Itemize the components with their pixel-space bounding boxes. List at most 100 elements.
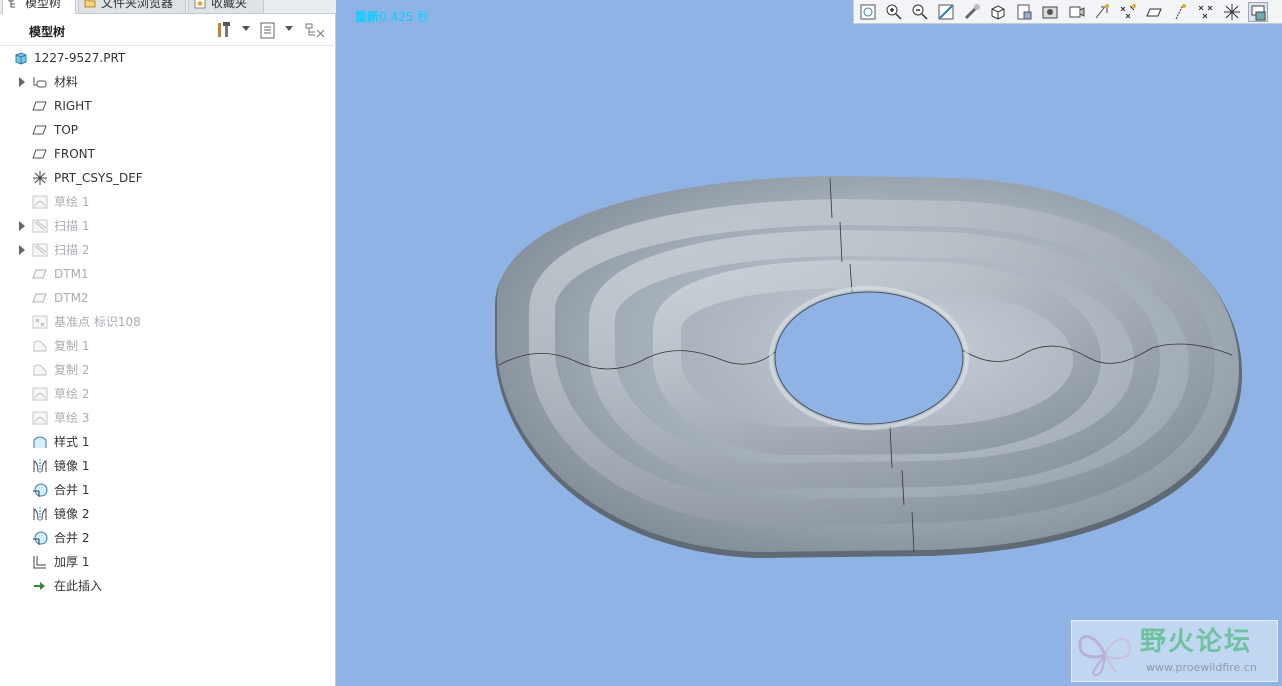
tree-item-dtm2[interactable]: DTM2: [0, 286, 330, 310]
tree-item-label: 镜像 2: [54, 507, 90, 521]
mirror-icon: [32, 506, 48, 522]
expand-arrow-icon[interactable]: [19, 221, 25, 231]
tree-item-label: 复制 1: [54, 339, 90, 353]
tree-item-label: 草绘 2: [54, 387, 90, 401]
tab-model-tree[interactable]: 模型树: [2, 0, 76, 14]
copy-icon: [32, 338, 48, 354]
datum-point-icon: [32, 314, 48, 330]
point-display-icon[interactable]: [1196, 2, 1216, 22]
insert-here-arrow-icon: [32, 578, 48, 594]
saved-views-icon[interactable]: [1014, 2, 1034, 22]
spin-center-icon[interactable]: [962, 2, 982, 22]
tree-item-top[interactable]: TOP: [0, 118, 330, 142]
datum-plane-icon: [32, 290, 48, 306]
tree-item-sketch-3[interactable]: 草绘 3: [0, 406, 330, 430]
tree-item-label: 合并 1: [54, 483, 90, 497]
tree-item-front[interactable]: FRONT: [0, 142, 330, 166]
model-tree-panel: 模型树 文件夹浏览器 收藏夹 模型树 1227-9527.PRT 材料 RIGH…: [0, 0, 336, 686]
sweep-icon: [32, 242, 48, 258]
datum-plane-icon: [32, 146, 48, 162]
tree-item-thicken-1[interactable]: 加厚 1: [0, 550, 330, 574]
tree-item-mirror-1[interactable]: 镜像 1: [0, 454, 330, 478]
tree-item-insert-here[interactable]: 在此插入: [0, 574, 330, 598]
center-hole: [774, 291, 964, 425]
tree-root-part[interactable]: 1227-9527.PRT: [0, 46, 330, 70]
model-3d-view[interactable]: [337, 0, 1282, 686]
display-dropdown-arrow-icon[interactable]: [285, 26, 293, 31]
tree-item-label: 加厚 1: [54, 555, 90, 569]
tree-filter-icon[interactable]: [304, 20, 326, 40]
tree-title: 模型树: [29, 25, 66, 39]
tree-item-copy-2[interactable]: 复制 2: [0, 358, 330, 382]
datum-plane-icon: [32, 122, 48, 138]
tab-favorites[interactable]: 收藏夹: [188, 0, 264, 14]
tools-dropdown-arrow-icon[interactable]: [242, 26, 250, 31]
tree-item-label: 复制 2: [54, 363, 90, 377]
tree-item-datum-point[interactable]: 基准点 标识108: [0, 310, 330, 334]
tree-item-style-1[interactable]: 样式 1: [0, 430, 330, 454]
tree-item-sketch-2[interactable]: 草绘 2: [0, 382, 330, 406]
datum-display-icon[interactable]: [1118, 2, 1138, 22]
tree-item-material[interactable]: 材料: [0, 70, 330, 94]
part-icon: [13, 50, 29, 66]
style-icon: [32, 434, 48, 450]
zoom-in-icon[interactable]: [884, 2, 904, 22]
tree-item-label: 在此插入: [54, 579, 103, 593]
tree-item-sweep-1[interactable]: 扫描 1: [0, 214, 330, 238]
tab-label: 模型树: [25, 0, 62, 10]
tree-item-right[interactable]: RIGHT: [0, 94, 330, 118]
refit-icon[interactable]: [858, 2, 878, 22]
annotations-icon[interactable]: [1092, 2, 1112, 22]
tree-item-label: 镜像 1: [54, 459, 90, 473]
sweep-icon: [32, 218, 48, 234]
display-style-icon[interactable]: [988, 2, 1008, 22]
tree-item-label: 扫描 1: [54, 219, 90, 233]
repaint-icon[interactable]: [936, 2, 956, 22]
layers-icon[interactable]: [1066, 2, 1086, 22]
tree-item-label: 草绘 1: [54, 195, 90, 209]
tab-folder-browser[interactable]: 文件夹浏览器: [78, 0, 186, 14]
coordinate-system-icon: [32, 170, 48, 186]
expand-arrow-icon[interactable]: [19, 77, 25, 87]
csys-display-icon[interactable]: [1222, 2, 1242, 22]
tree-item-label: DTM2: [54, 291, 89, 305]
tree-item-merge-1[interactable]: 合并 1: [0, 478, 330, 502]
appearance-icon[interactable]: [1248, 2, 1268, 22]
material-icon: [32, 74, 48, 90]
tree-item-copy-1[interactable]: 复制 1: [0, 334, 330, 358]
thicken-icon: [32, 554, 48, 570]
watermark-url: www.proewildfire.cn: [1146, 661, 1257, 674]
view-toolbar: [853, 0, 1282, 24]
tree-item-sketch-1[interactable]: 草绘 1: [0, 190, 330, 214]
datum-plane-icon: [32, 266, 48, 282]
datum-plane-icon: [32, 98, 48, 114]
tree-item-label: TOP: [54, 123, 79, 137]
merge-icon: [32, 530, 48, 546]
axis-display-icon[interactable]: [1170, 2, 1190, 22]
tree-item-sweep-2[interactable]: 扫描 2: [0, 238, 330, 262]
tree-item-label: FRONT: [54, 147, 95, 161]
tree-item-label: RIGHT: [54, 99, 92, 113]
favorites-icon: [194, 0, 206, 9]
tab-label: 收藏夹: [211, 0, 248, 10]
sketch-icon: [32, 194, 48, 210]
tree-item-dtm1[interactable]: DTM1: [0, 262, 330, 286]
plane-display-icon[interactable]: [1144, 2, 1164, 22]
tree-item-label: 草绘 3: [54, 411, 90, 425]
tree-item-merge-2[interactable]: 合并 2: [0, 526, 330, 550]
tree-item-csys[interactable]: PRT_CSYS_DEF: [0, 166, 330, 190]
tree-item-label: 合并 2: [54, 531, 90, 545]
sketch-icon: [32, 386, 48, 402]
zoom-out-icon[interactable]: [910, 2, 930, 22]
butterfly-logo: [1078, 635, 1132, 677]
tools-icon[interactable]: [216, 20, 234, 40]
forum-watermark: 野火论坛 www.proewildfire.cn: [1071, 620, 1278, 682]
expand-arrow-icon[interactable]: [19, 245, 25, 255]
list-view-icon[interactable]: [259, 20, 277, 40]
graphics-viewport[interactable]: 重新0.425 秒 野火论坛 www.proewildfire.cn: [337, 0, 1282, 686]
panel-tabs: 模型树 文件夹浏览器 收藏夹: [0, 0, 336, 14]
tree-item-label: 1227-9527.PRT: [34, 51, 126, 65]
view-manager-icon[interactable]: [1040, 2, 1060, 22]
copy-icon: [32, 362, 48, 378]
tree-item-mirror-2[interactable]: 镜像 2: [0, 502, 330, 526]
